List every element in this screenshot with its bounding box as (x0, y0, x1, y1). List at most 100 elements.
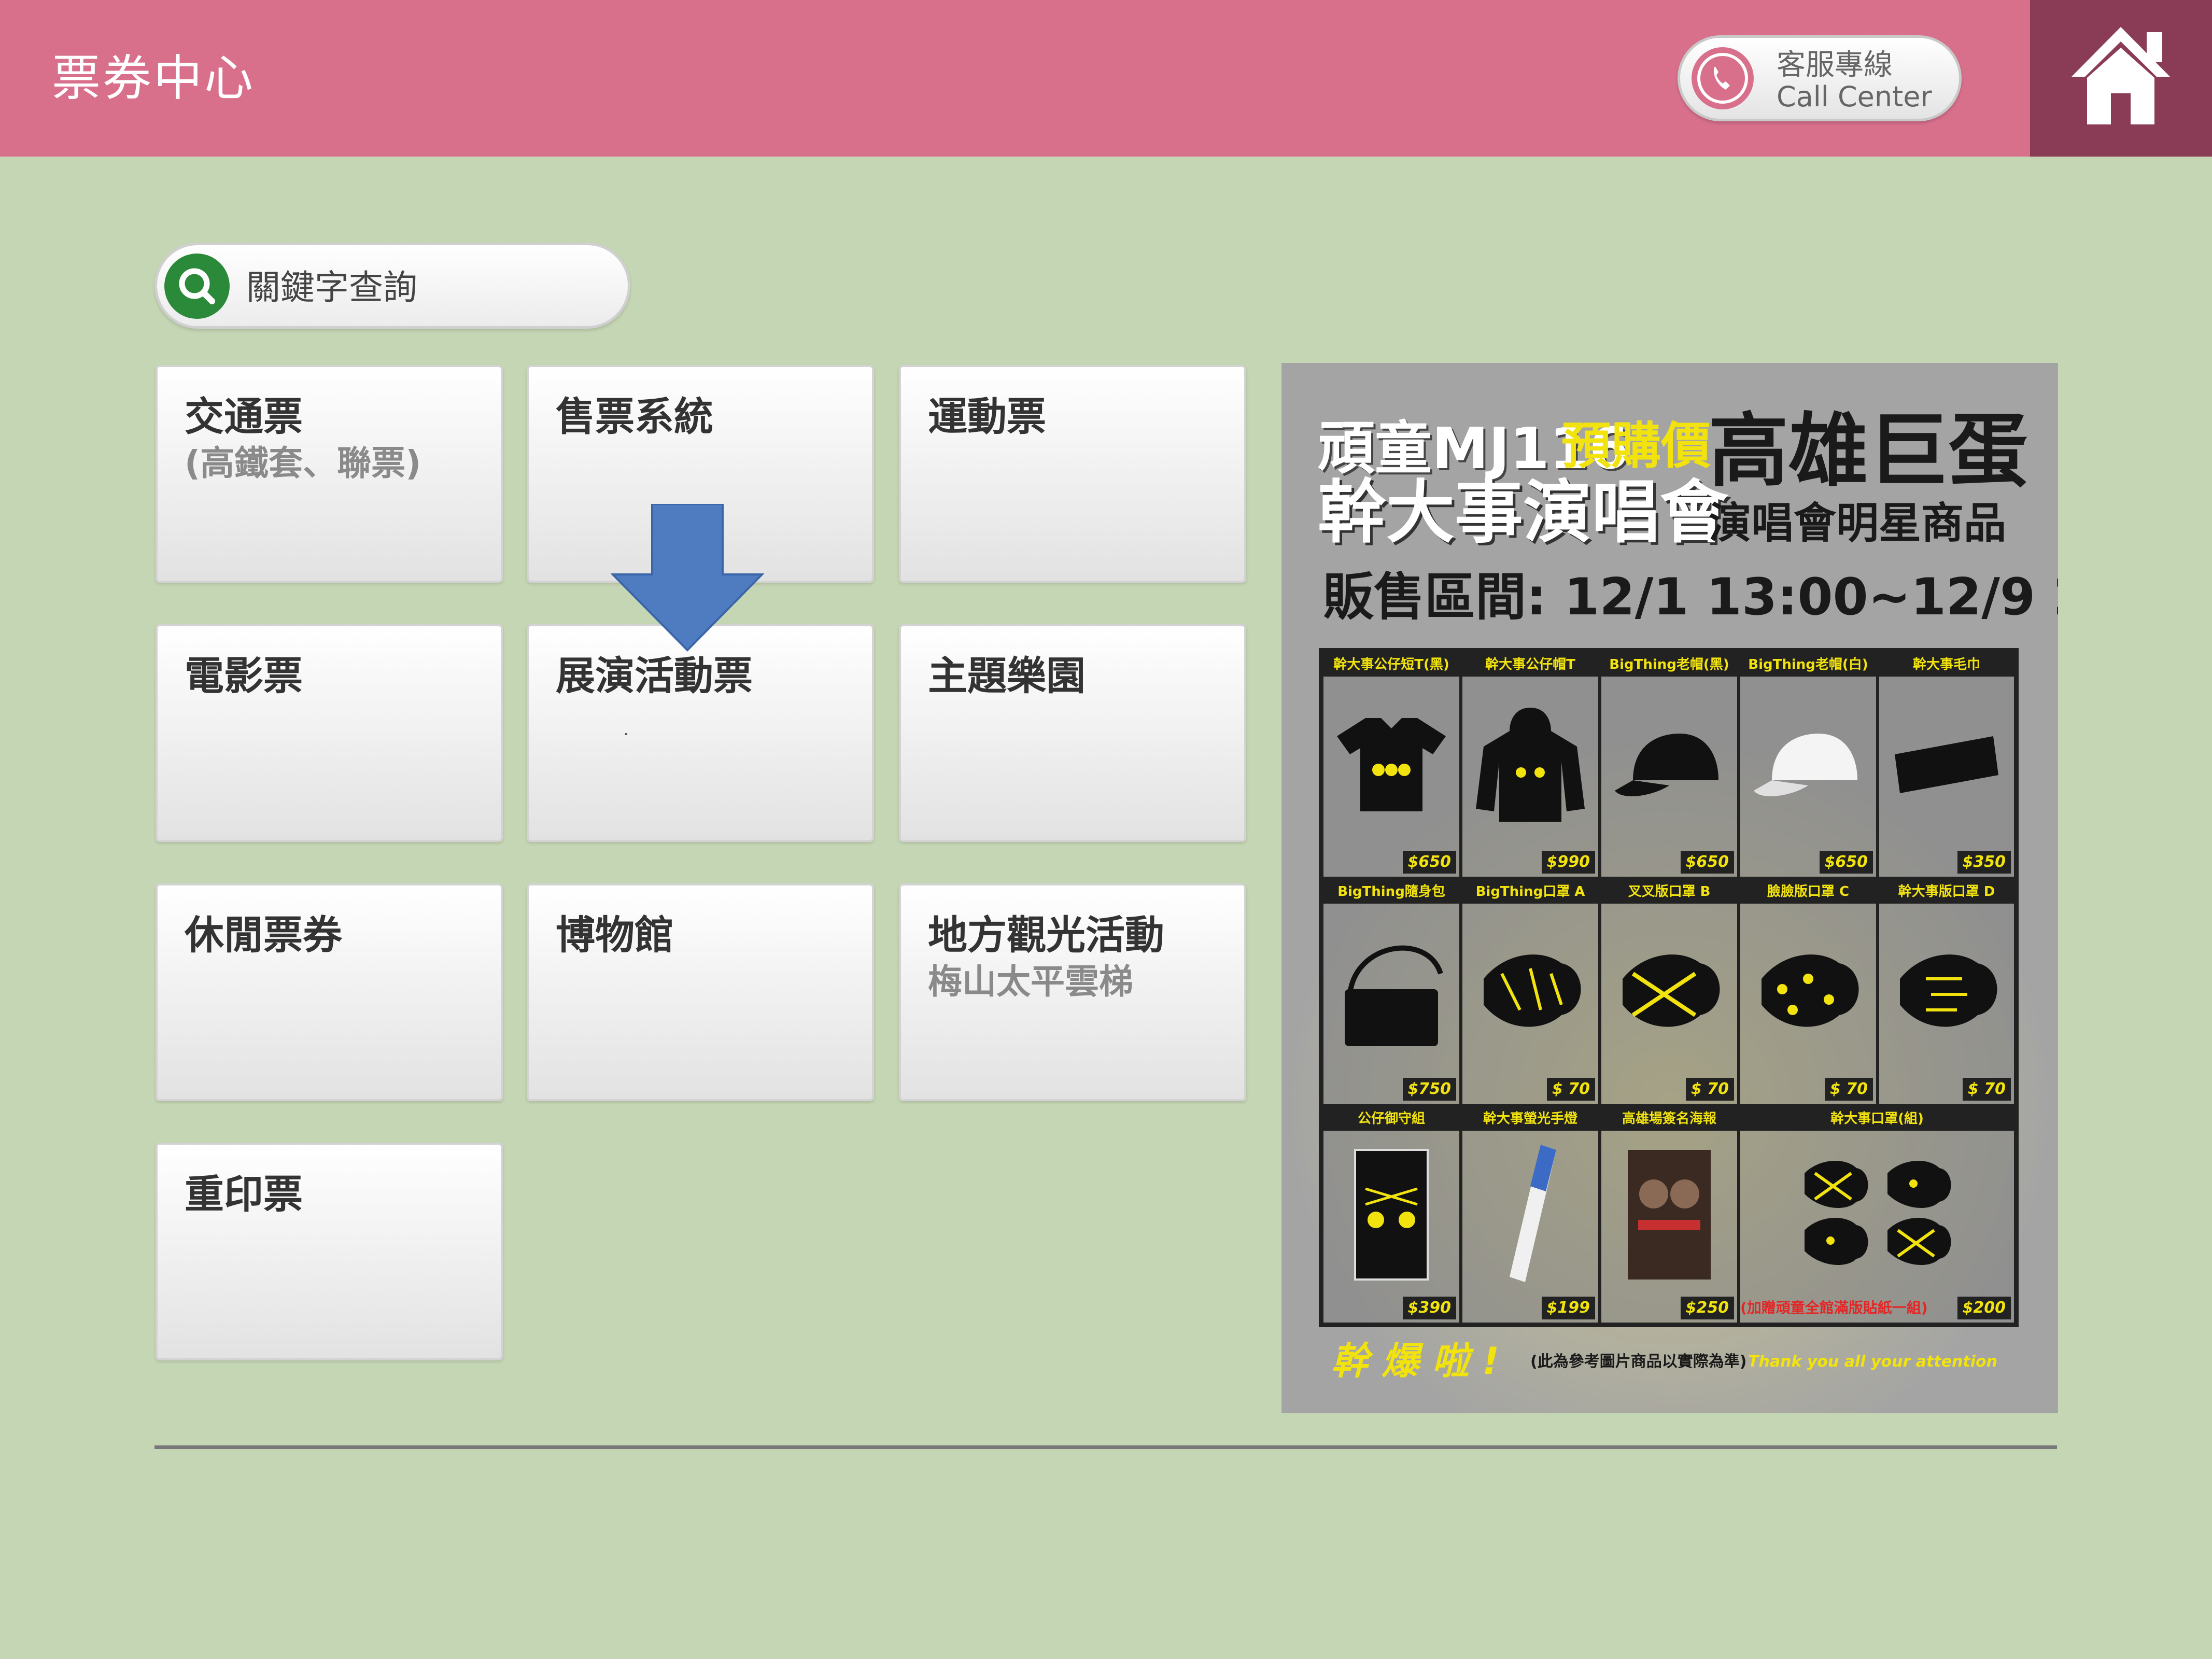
merch-price: $990 (1541, 851, 1595, 874)
tshirt-icon (1337, 718, 1446, 811)
merch-price: $ 70 (1824, 1078, 1873, 1101)
merch-price: $200 (1957, 1297, 2011, 1319)
merch-price: $650 (1680, 851, 1734, 874)
merch-label: 公仔御守組 (1323, 1107, 1459, 1131)
category-subtitle: 梅山太平雲梯 (928, 962, 1133, 1002)
merch-item: BigThing老帽(白) $650 (1739, 651, 1878, 878)
merch-item: 臉臉版口罩 C $ 70 (1739, 878, 1878, 1105)
category-title: 主題樂園 (928, 653, 1086, 699)
home-icon (2072, 27, 2170, 124)
category-subtitle: (高鐵套、聯票) (185, 443, 421, 483)
merch-price: $350 (1957, 851, 2011, 874)
category-sports[interactable]: 運動票 (899, 365, 1246, 583)
merch-label: 幹大事公仔短T(黑) (1323, 653, 1459, 677)
category-title: 電影票 (185, 653, 303, 699)
search-bar[interactable] (154, 243, 630, 329)
merch-item: 幹大事口罩(組) (加贈頑童全館滿版貼紙一組) $200 (1739, 1105, 2016, 1324)
merch-item: 幹大事公仔短T(黑) $650 (1322, 651, 1461, 878)
category-title: 售票系統 (556, 393, 713, 440)
header-bar: 票券中心 客服專線 Call Center (0, 0, 2212, 157)
merch-label: 臉臉版口罩 C (1740, 880, 1876, 904)
category-reprint-ticket[interactable]: 重印票 (156, 1143, 503, 1360)
cursor-dot (625, 733, 627, 735)
merch-item: 幹大事版口罩 D $ 70 (1878, 878, 2016, 1105)
lightstick-icon (1510, 1145, 1556, 1282)
merch-item: BigThing口罩 A $ 70 (1461, 878, 1600, 1105)
hoodie-icon (1476, 708, 1585, 822)
merch-price: $ 70 (1685, 1078, 1734, 1101)
merch-price: $390 (1402, 1297, 1456, 1319)
merch-item: 幹大事螢光手燈 $199 (1461, 1105, 1600, 1324)
charm-icon (1354, 1149, 1429, 1281)
merch-label: 幹大事毛巾 (1879, 653, 2014, 677)
towel-icon (1895, 736, 1998, 793)
merch-item: BigThing老帽(黑) $650 (1600, 651, 1739, 878)
poster-icon (1628, 1150, 1711, 1280)
down-arrow-icon (611, 504, 764, 652)
merch-price: $650 (1402, 851, 1456, 874)
merch-label: 幹大事螢光手燈 (1462, 1107, 1598, 1131)
phone-icon (1692, 47, 1754, 109)
merch-item: 幹大事毛巾 $350 (1878, 651, 2016, 878)
merch-price: $250 (1680, 1297, 1734, 1319)
poster-footer-slogan: 幹 爆 啦 ! (1331, 1339, 1500, 1383)
poster-thanks: Thank you all your attention (1748, 1353, 1998, 1371)
category-movies[interactable]: 電影票 (156, 624, 503, 842)
merch-item: 高雄場簽名海報 $250 (1600, 1105, 1739, 1324)
merch-label: BigThing隨身包 (1323, 880, 1459, 904)
merch-price: $199 (1541, 1297, 1595, 1319)
merch-price: $ 70 (1546, 1078, 1595, 1101)
merch-label: 幹大事公仔帽T (1462, 653, 1598, 677)
merch-label: 高雄場簽名海報 (1601, 1107, 1737, 1131)
merch-label: 叉叉版口罩 B (1601, 880, 1737, 904)
merch-price: $ 70 (1962, 1078, 2011, 1101)
merch-item: BigThing隨身包 $750 (1322, 878, 1461, 1105)
search-input[interactable] (245, 256, 610, 319)
home-button[interactable] (2030, 0, 2212, 157)
cap-icon (1754, 734, 1857, 796)
call-center-label-zh: 客服專線 (1777, 48, 1893, 82)
category-exhibitions-shows[interactable]: 展演活動票 (527, 624, 874, 842)
merch-bonus-note: (加贈頑童全館滿版貼紙一組) (1740, 1299, 1928, 1316)
merch-grid: 幹大事公仔短T(黑) $650 幹大事公仔帽T $990 BigThing老帽(… (1319, 648, 2019, 1327)
merch-price: $750 (1402, 1078, 1456, 1101)
poster-venue: 高雄巨蛋 (1709, 405, 2028, 498)
merch-label: BigThing口罩 A (1462, 880, 1598, 904)
merch-label: 幹大事口罩(組) (1740, 1107, 2014, 1131)
call-center-button[interactable]: 客服專線 Call Center (1678, 35, 1962, 121)
mask-icon (1623, 954, 1720, 1027)
category-title: 運動票 (928, 393, 1046, 440)
cap-icon (1615, 734, 1718, 796)
merch-item: 幹大事公仔帽T $990 (1461, 651, 1600, 878)
merch-label: BigThing老帽(黑) (1601, 653, 1737, 677)
promo-poster[interactable]: 頑童MJ116 預購價 幹大事演唱會 高雄巨蛋 演唱會明星商品 販售區間: 12… (1281, 363, 2058, 1413)
merch-label: BigThing老帽(白) (1740, 653, 1876, 677)
poster-sale-period: 販售區間: 12/1 13:00~12/9 23:59 (1323, 568, 2058, 627)
merch-label: 幹大事版口罩 D (1879, 880, 2014, 904)
category-title: 博物館 (556, 912, 674, 958)
poster-presale-badge: 預購價 (1561, 417, 1711, 475)
category-title: 地方觀光活動 (928, 912, 1164, 958)
masks-set-icon (1805, 1161, 1951, 1265)
search-icon[interactable] (164, 254, 230, 319)
page-title: 票券中心 (52, 50, 256, 107)
mask-icon (1900, 954, 1997, 1027)
category-title: 重印票 (185, 1171, 303, 1217)
category-title: 展演活動票 (556, 653, 753, 699)
bag-icon (1345, 945, 1443, 1046)
poster-concert-title: 幹大事演唱會 (1318, 473, 1728, 553)
content-divider (154, 1445, 2057, 1449)
category-title: 休閒票券 (185, 912, 342, 958)
category-theme-parks[interactable]: 主題樂園 (899, 624, 1246, 842)
merch-price: $650 (1819, 851, 1873, 874)
merch-item: 叉叉版口罩 B $ 70 (1600, 878, 1739, 1105)
category-title: 交通票 (185, 393, 303, 440)
merch-item: 公仔御守組 $390 (1322, 1105, 1461, 1324)
mask-icon (1484, 954, 1581, 1027)
poster-subtitle: 演唱會明星商品 (1709, 499, 2007, 548)
category-local-tourism[interactable]: 地方觀光活動 梅山太平雲梯 (899, 883, 1246, 1101)
call-center-label-en: Call Center (1777, 80, 1932, 113)
category-museums[interactable]: 博物館 (527, 883, 874, 1101)
category-transport[interactable]: 交通票 (高鐵套、聯票) (156, 365, 503, 583)
category-leisure[interactable]: 休閒票券 (156, 883, 503, 1101)
